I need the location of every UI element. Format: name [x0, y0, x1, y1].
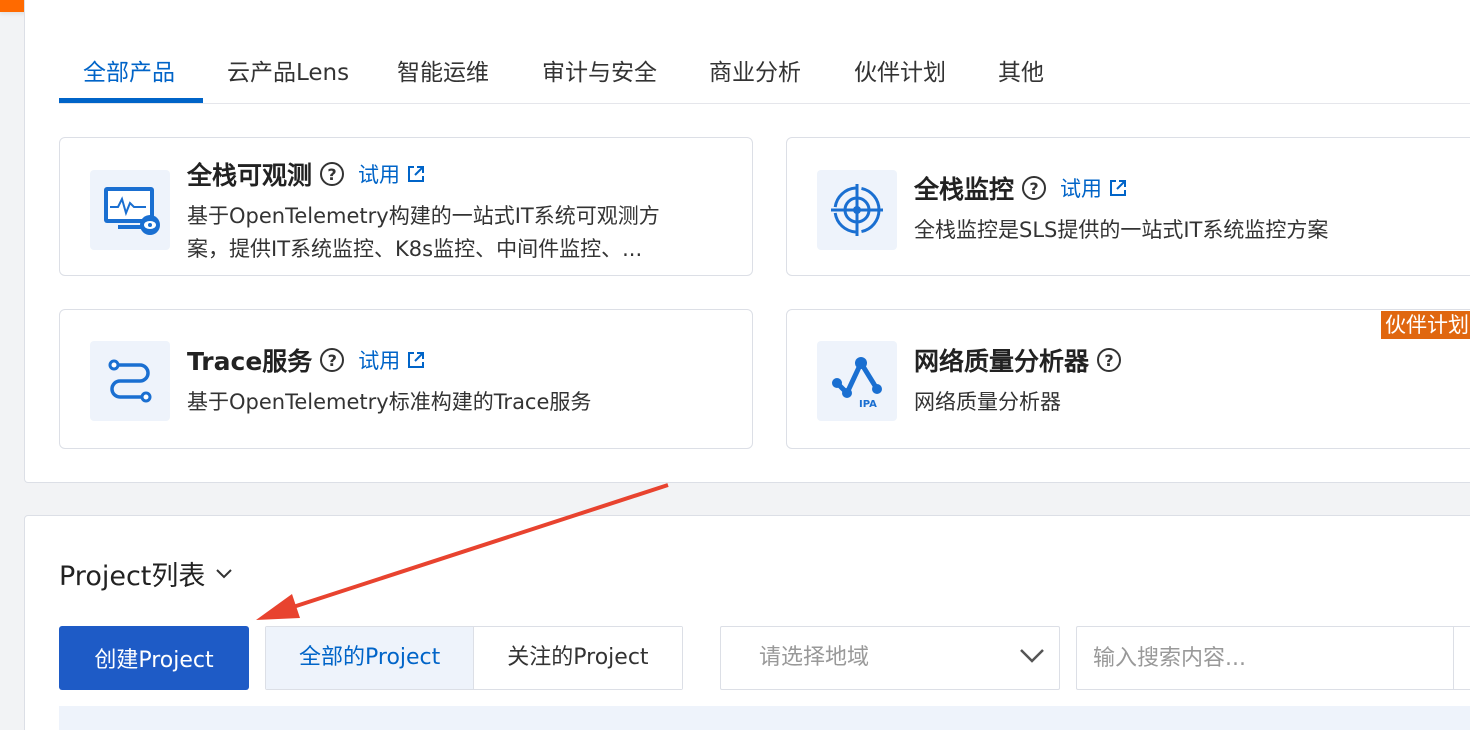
tab-all-products[interactable]: 全部产品	[83, 50, 175, 104]
project-filter-segment: 全部的Project 关注的Project	[265, 626, 683, 690]
chevron-down-icon	[1020, 649, 1044, 663]
product-card-network-quality-analyzer[interactable]: IPA 网络质量分析器 ? 网络质量分析器	[786, 309, 1470, 449]
trial-label: 试用	[358, 349, 401, 373]
ipa-network-icon: IPA	[817, 341, 897, 421]
product-title: 网络质量分析器	[914, 347, 1090, 376]
external-link-icon	[408, 352, 425, 368]
trial-link[interactable]: 试用	[358, 159, 426, 189]
title-row: 全栈监控 ? 试用	[914, 170, 1128, 206]
table-header	[59, 706, 1470, 730]
description-line: 案，提供IT系统监控、K8s监控、中间件监控、...	[187, 237, 643, 261]
segment-all-projects[interactable]: 全部的Project	[266, 627, 475, 689]
trial-link[interactable]: 试用	[358, 345, 426, 375]
create-project-button[interactable]: 创建Project	[59, 626, 249, 690]
search-input[interactable]	[1077, 627, 1453, 689]
product-title: Trace服务	[187, 347, 313, 376]
region-placeholder: 请选择地域	[759, 645, 870, 670]
product-tabs: 全部产品 云产品Lens 智能运维 审计与安全 商业分析 伙伴计划 其他	[59, 50, 1470, 104]
product-card-trace-service[interactable]: Trace服务 ? 试用 基于OpenTelemetry标准构建的Trace服务	[59, 309, 753, 449]
partner-plan-badge: 伙伴计划	[1381, 311, 1470, 339]
search-box	[1076, 626, 1470, 690]
segment-followed-projects[interactable]: 关注的Project	[474, 627, 682, 689]
external-link-icon	[1110, 180, 1127, 196]
tab-aiops[interactable]: 智能运维	[397, 50, 489, 104]
product-description: 全栈监控是SLS提供的一站式IT系统监控方案	[914, 218, 1329, 242]
help-icon[interactable]: ?	[1097, 348, 1122, 372]
target-icon	[817, 170, 897, 250]
tab-business-analysis[interactable]: 商业分析	[709, 50, 801, 104]
product-title: 全栈可观测	[187, 161, 313, 190]
region-select[interactable]: 请选择地域	[720, 626, 1060, 690]
tab-cloud-lens[interactable]: 云产品Lens	[227, 50, 349, 104]
page: 全部产品 云产品Lens 智能运维 审计与安全 商业分析 伙伴计划 其他 全栈可…	[0, 0, 1470, 730]
trial-link[interactable]: 试用	[1060, 173, 1128, 203]
help-icon[interactable]: ?	[1022, 176, 1047, 200]
search-divider	[1453, 627, 1454, 689]
monitor-eye-icon	[90, 170, 170, 250]
icon-text: IPA	[859, 399, 877, 410]
active-tab-indicator	[59, 98, 203, 103]
title-row: 网络质量分析器 ?	[914, 342, 1122, 378]
trial-label: 试用	[358, 163, 401, 187]
title-row: Trace服务 ? 试用	[187, 342, 426, 378]
chevron-down-icon	[216, 568, 233, 578]
project-list-title[interactable]: Project列表	[59, 554, 233, 593]
tab-audit-security[interactable]: 审计与安全	[542, 50, 657, 104]
products-card: 全部产品 云产品Lens 智能运维 审计与安全 商业分析 伙伴计划 其他 全栈可…	[24, 0, 1470, 483]
project-list-label: Project列表	[59, 561, 206, 592]
trace-path-icon	[90, 341, 170, 421]
title-row: 全栈可观测 ? 试用	[187, 156, 426, 192]
help-icon[interactable]: ?	[320, 162, 345, 186]
product-card-full-stack-monitoring[interactable]: 全栈监控 ? 试用 全栈监控是SLS提供的一站式IT系统监控方案	[786, 137, 1470, 276]
product-description: 网络质量分析器	[914, 390, 1061, 414]
help-icon[interactable]: ?	[320, 348, 345, 372]
external-link-icon	[408, 166, 425, 182]
product-card-full-stack-observability[interactable]: 全栈可观测 ? 试用 基于OpenTelemetry构建的一站式IT系统可观测方…	[59, 137, 753, 276]
product-title: 全栈监控	[914, 175, 1015, 204]
trial-label: 试用	[1060, 177, 1103, 201]
description-line: 基于OpenTelemetry构建的一站式IT系统可观测方	[187, 204, 660, 228]
tab-other[interactable]: 其他	[998, 50, 1044, 104]
project-list-card: Project列表 创建Project 全部的Project 关注的Projec…	[24, 515, 1470, 730]
product-description: 基于OpenTelemetry标准构建的Trace服务	[187, 390, 592, 414]
tab-partner-plan[interactable]: 伙伴计划	[854, 50, 946, 104]
product-description: 基于OpenTelemetry构建的一站式IT系统可观测方 案，提供IT系统监控…	[187, 200, 660, 266]
